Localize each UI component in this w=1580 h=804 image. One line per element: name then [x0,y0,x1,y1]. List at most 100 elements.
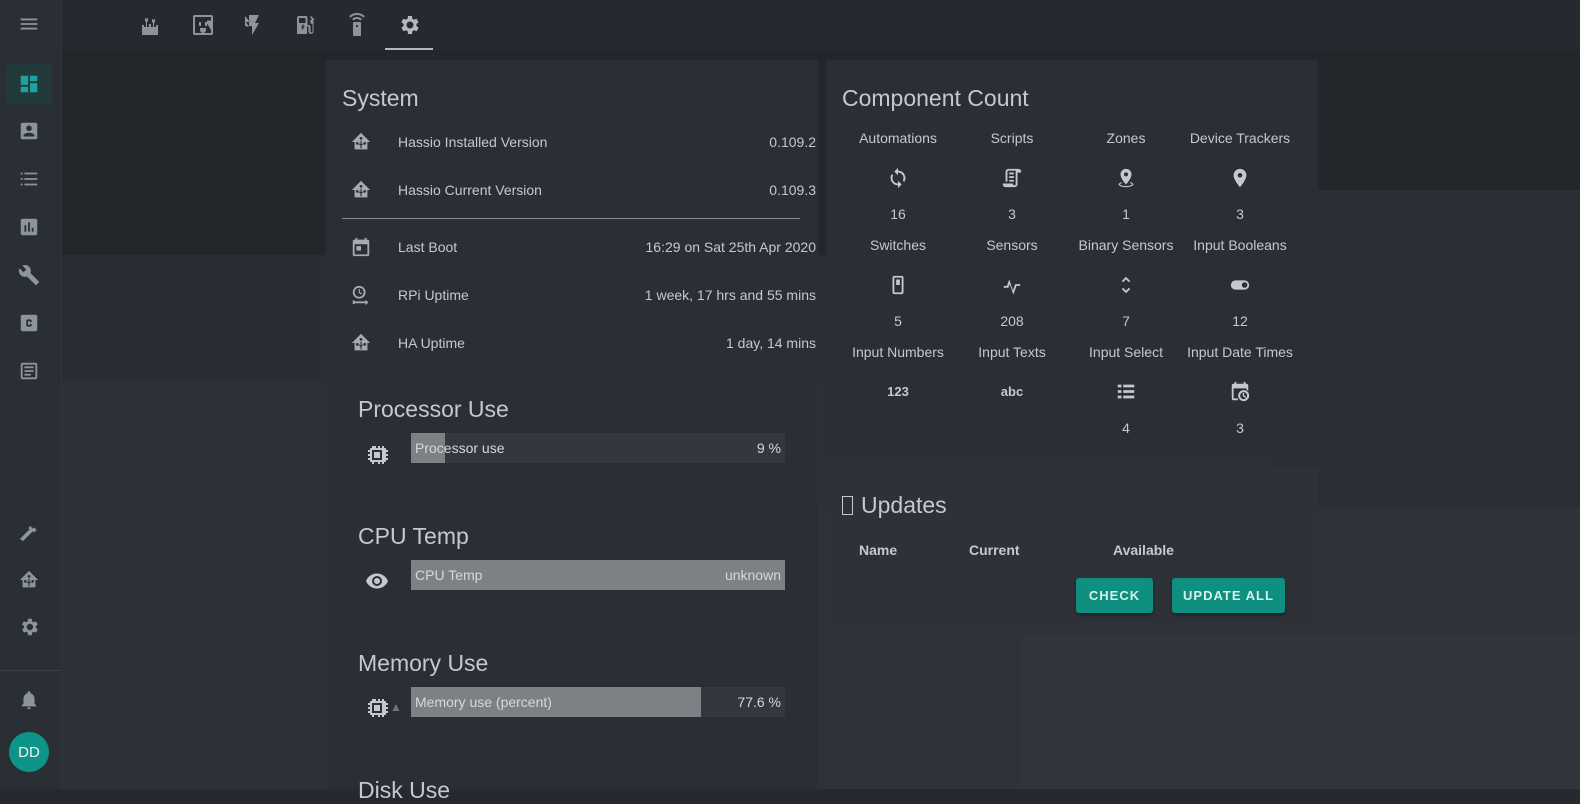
cpu-temp-bar: CPU Temp unknown [411,560,785,590]
notifications-button[interactable] [6,680,52,720]
update-all-button[interactable]: UPDATE ALL [1172,578,1285,613]
component-count-value: 4 [1122,420,1130,436]
row-label: Hassio Current Version [398,182,542,198]
memory-title: Memory Use [358,650,489,676]
memory-label: Memory use (percent) [415,694,552,710]
component-count-value: 12 [1232,313,1248,329]
light-switch-icon [838,274,958,298]
updates-title: Updates [842,492,947,519]
component-count-value: 3 [1008,206,1016,222]
component-label: Binary Sensors [1078,237,1174,253]
background-block [1020,635,1580,789]
power-socket-icon [193,15,213,35]
component-count-value: 5 [894,313,902,329]
sidebar-item-history[interactable] [6,207,52,247]
component-label: Device Trackers [1189,130,1291,146]
list-icon [20,172,38,186]
alphabetical-icon: abc [1000,384,1024,399]
settings-icon [401,16,419,34]
row-value: 1 day, 14 mins [725,335,816,351]
cpu-temp-label: CPU Temp [415,567,483,583]
flash-icon [245,15,259,35]
column-header-available: Available [1113,542,1174,558]
processor-label: Processor use [415,440,505,456]
remote-icon [349,13,365,36]
background-block [62,382,1580,789]
sidebar-item-developer-tools[interactable] [6,512,52,552]
sidebar-item-c[interactable] [6,303,52,343]
sidebar-item-log[interactable] [6,351,52,391]
component-count-value: 16 [890,206,906,222]
system-row: Hassio Installed Version 0.109.2 [342,128,816,158]
bell-icon [21,691,37,710]
sidebar-item-overview[interactable] [6,64,52,104]
background-block [62,255,1580,789]
component-label: Input Texts [978,344,1046,360]
numeric-icon: 123 [887,384,909,399]
dashboard-icon [20,75,38,93]
component-label: Zones [1106,130,1146,146]
package-icon [842,496,853,515]
component-label: Input Date Times [1187,344,1293,360]
system-row: RPi Uptime 1 week, 17 hrs and 55 mins [342,281,816,311]
tab-settings[interactable] [385,0,433,50]
system-card: System Hassio Installed Version 0.109.2 … [326,60,818,803]
menu-icon[interactable] [6,4,52,44]
column-header-name: Name [859,542,898,558]
format-list-icon [1066,381,1186,405]
log-icon [20,362,38,380]
sidebar-item-logbook[interactable] [6,159,52,199]
wrench-icon [18,265,40,286]
hammer-icon [19,526,37,541]
sidebar-item-configuration[interactable] [6,607,52,647]
row-label: Hassio Installed Version [398,134,548,150]
ev-station-icon [297,16,315,34]
component-label: Automations [859,130,937,146]
tab-energy[interactable] [230,0,278,50]
calendar-icon [350,236,372,258]
system-title: System [342,85,419,111]
cpu-temp-title: CPU Temp [358,523,469,549]
castle-icon [142,18,158,35]
view-tabs-bar [62,0,1580,50]
component-count-value: 1 [1122,206,1130,222]
row-label: Last Boot [398,239,458,255]
avatar[interactable]: DD [9,732,49,772]
sidebar-item-supervisor[interactable] [6,560,52,600]
processor-title: Processor Use [358,396,509,422]
tab-castle[interactable] [128,0,176,50]
memory-value: 77.6 % [737,694,781,710]
component-count-value: 3 [1236,420,1244,436]
component-label: Scripts [990,130,1034,146]
system-row: Hassio Current Version 0.109.3 [342,176,816,206]
updates-card: Updates Name Current Available CHECK UPD… [826,468,1318,630]
processor-bar: Processor use 9 % [411,433,785,463]
sidebar-item-tools[interactable] [6,255,52,295]
row-value: 16:29 on Sat 25th Apr 2020 [645,239,816,255]
map-marker-radius-icon [1066,167,1186,191]
row-value: 0.109.2 [769,134,816,150]
sync-icon [838,167,958,191]
clock-uptime-icon [350,284,372,306]
sidebar-item-people[interactable] [6,111,52,151]
home-assistant-icon [350,179,372,201]
sidebar-divider [0,670,61,671]
component-count-value: 7 [1122,313,1130,329]
component-count-value: 3 [1236,206,1244,222]
component-label: Input Numbers [852,344,944,360]
tab-socket[interactable] [179,0,227,50]
updates-title-text: Updates [861,492,947,518]
row-label: HA Uptime [398,335,465,351]
tab-ev[interactable] [282,0,330,50]
check-button[interactable]: CHECK [1076,578,1153,613]
sidebar: DD [0,0,62,789]
disk-title: Disk Use [358,777,451,803]
home-assistant-icon [350,131,372,153]
calendar-clock-icon [1180,381,1300,405]
tab-remote[interactable] [333,0,381,50]
pulse-icon [952,274,1072,298]
map-marker-icon [1180,167,1300,191]
component-label: Sensors [986,237,1038,253]
row-label: RPi Uptime [398,287,469,303]
system-row: Last Boot 16:29 on Sat 25th Apr 2020 [342,233,816,263]
